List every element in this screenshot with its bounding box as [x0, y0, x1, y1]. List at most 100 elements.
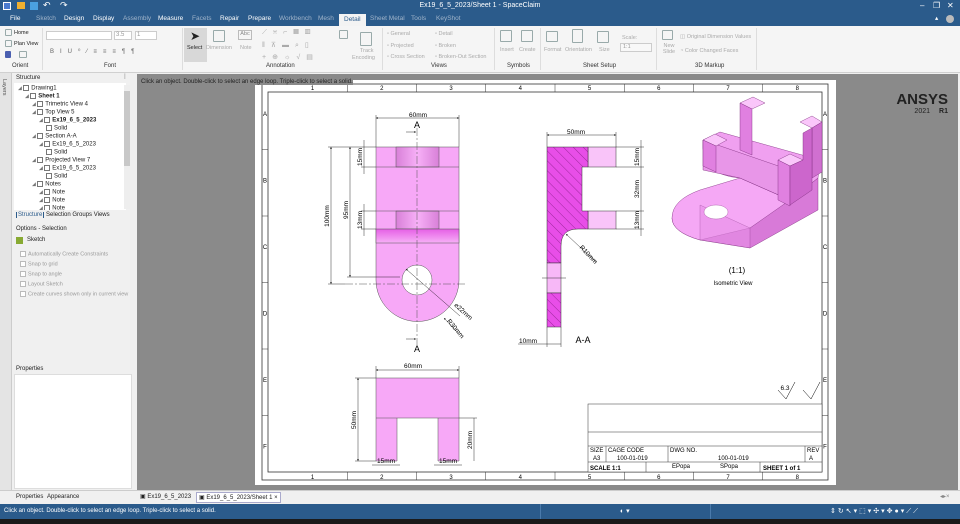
tab-mesh[interactable]: Mesh [318, 15, 334, 22]
cross-section-button[interactable]: ▫ Cross Section [387, 54, 425, 60]
tree-node[interactable]: ◢ Drawing1 [18, 85, 57, 92]
tab-appearance[interactable]: Appearance [47, 494, 79, 500]
annotation-tools-row2[interactable]: ‖⊼▬⌕▯ [262, 41, 315, 50]
tab-properties[interactable]: Properties [16, 494, 43, 500]
table-icon[interactable] [339, 30, 348, 39]
tree-node[interactable]: ◢ Projected View 7 [32, 157, 90, 164]
broken-view-button[interactable]: ▫ Broken [435, 43, 456, 49]
track-button[interactable]: Track [360, 48, 374, 54]
collapse-ribbon-icon[interactable]: ▴ [935, 14, 938, 22]
tree-node[interactable]: ◢ Ex19_6_5_2023 [39, 117, 96, 124]
projected-view-button[interactable]: ▫ Projected [387, 43, 414, 49]
tab-structure[interactable]: Structure [16, 212, 45, 218]
tab-design[interactable]: Design [64, 15, 84, 22]
home-button[interactable]: Home [14, 30, 29, 36]
font-format-buttons[interactable]: BIU⁰⁄≡≡≡¶¶ [50, 48, 140, 55]
visibility-checkbox[interactable] [37, 133, 44, 139]
tree-node[interactable]: ◢ Sheet 1 [25, 93, 60, 100]
status-selection-filter[interactable]: ◐ ▾ [620, 507, 630, 515]
insert-symbol-button[interactable]: Insert [500, 47, 514, 53]
new-slide-button[interactable]: New Slide [662, 43, 676, 55]
help-icon[interactable] [946, 15, 954, 23]
view-cube-icon[interactable] [5, 51, 11, 58]
tab-measure[interactable]: Measure [158, 15, 183, 22]
layers-side-tab[interactable]: Layers [0, 73, 12, 490]
tab-groups[interactable]: Groups [72, 212, 92, 218]
tree-scrollbar-thumb[interactable] [124, 91, 130, 166]
visibility-checkbox[interactable] [37, 101, 44, 107]
tree-node[interactable]: ◢ Ex19_6_5_2023 [39, 165, 96, 172]
tree-node[interactable]: ◢ Note [39, 205, 65, 210]
broken-out-section-button[interactable]: ▫ Broken-Out Section [435, 54, 486, 60]
tab-selection[interactable]: Selection [46, 212, 71, 218]
tab-tools[interactable]: Tools [411, 15, 426, 22]
visibility-checkbox[interactable] [44, 141, 51, 147]
visibility-checkbox[interactable] [46, 149, 52, 155]
doc-tab-model[interactable]: ▣ Ex19_6_5_2023 [138, 493, 193, 500]
size-button[interactable]: Size [599, 47, 610, 53]
tree-node[interactable]: ◢ Trimetric View 4 [32, 101, 88, 108]
visibility-checkbox[interactable] [44, 205, 51, 210]
tab-sketch[interactable]: Sketch [36, 15, 56, 22]
scale-select[interactable]: 1:1 [620, 43, 652, 52]
snap-view-icon[interactable] [19, 51, 27, 58]
option-checkbox[interactable]: Automatically Create Constraints [20, 251, 108, 257]
drawing-canvas[interactable]: 60mm A A 100mm 95mm 15mm 13mm ⌀22mm R30m… [137, 74, 958, 490]
orientation-button[interactable]: Orientation [565, 47, 592, 53]
visibility-checkbox[interactable] [37, 157, 44, 163]
status-view-tools[interactable]: ⇕↻↖▾⬚▾✣▾✥●▾⟋⟋ [830, 507, 920, 516]
tree-node[interactable]: ◢ Top View 5 [32, 109, 74, 116]
option-checkbox[interactable]: Layout Sketch [20, 281, 63, 287]
visibility-checkbox[interactable] [37, 109, 44, 115]
tree-node[interactable]: Solid [46, 173, 67, 180]
tab-display[interactable]: Display [93, 15, 114, 22]
tab-sheet-metal[interactable]: Sheet Metal [370, 15, 405, 22]
plan-view-button[interactable]: Plan View [14, 41, 38, 47]
encoding-button[interactable]: Encoding [352, 55, 375, 61]
note-button[interactable]: Note [240, 45, 252, 51]
tree-node[interactable]: Solid [46, 125, 67, 132]
tab-scroll-arrows[interactable]: ◂▸× [940, 493, 950, 500]
tab-prepare[interactable]: Prepare [248, 15, 271, 22]
tree-node[interactable]: ◢ Notes [32, 181, 61, 188]
visibility-checkbox[interactable] [46, 173, 52, 179]
minimize-button[interactable]: – [920, 1, 924, 10]
font-spacing-select[interactable]: 1 [135, 31, 157, 40]
tree-node[interactable]: ◢ Section A-A [32, 133, 77, 140]
close-button[interactable]: ✕ [947, 1, 954, 10]
tab-keyshot[interactable]: KeyShot [436, 15, 461, 22]
visibility-checkbox[interactable] [44, 197, 51, 203]
annotation-tools-row1[interactable]: ⟋⁜⌐▦▥ [262, 29, 316, 37]
tree-node[interactable]: ◢ Note [39, 189, 65, 196]
tab-repair[interactable]: Repair [220, 15, 239, 22]
option-checkbox[interactable]: Snap to angle [20, 271, 62, 277]
visibility-checkbox[interactable] [44, 117, 51, 123]
original-dimension-values-button[interactable]: ◫ Original Dimension Values [680, 34, 751, 40]
visibility-checkbox[interactable] [23, 85, 30, 91]
restore-button[interactable]: ❐ [933, 1, 940, 10]
visibility-checkbox[interactable] [44, 189, 51, 195]
create-symbol-button[interactable]: Create [519, 47, 536, 53]
format-button[interactable]: Format [544, 47, 561, 53]
tab-views[interactable]: Views [94, 212, 110, 218]
visibility-checkbox[interactable] [37, 181, 44, 187]
visibility-checkbox[interactable] [30, 93, 37, 99]
general-view-button[interactable]: ▫ General [387, 31, 410, 37]
tree-node[interactable]: ◢ Ex19_6_5_2023 [39, 141, 96, 148]
visibility-checkbox[interactable] [44, 165, 51, 171]
tree-node[interactable]: Solid [46, 149, 67, 156]
tab-assembly[interactable]: Assembly [123, 15, 151, 22]
visibility-checkbox[interactable] [46, 125, 52, 131]
pin-icon[interactable]: ꟾ [124, 74, 126, 81]
option-checkbox[interactable]: Create curves shown only in current view [20, 291, 128, 297]
detail-view-button[interactable]: ▫ Detail [435, 31, 453, 37]
font-size-select[interactable]: 3.5 [114, 31, 132, 40]
dimension-button[interactable]: Dimension [206, 45, 232, 51]
tab-facets[interactable]: Facets [192, 15, 212, 22]
option-checkbox[interactable]: Snap to grid [20, 261, 58, 267]
font-name-select[interactable] [46, 31, 112, 40]
tree-node[interactable]: ◢ Note [39, 197, 65, 204]
tab-file[interactable]: File [10, 15, 20, 22]
color-changed-faces-button[interactable]: ◔ Color Changed Faces [680, 48, 738, 54]
annotation-tools-row3[interactable]: +⊕☼√▤ [262, 53, 319, 61]
